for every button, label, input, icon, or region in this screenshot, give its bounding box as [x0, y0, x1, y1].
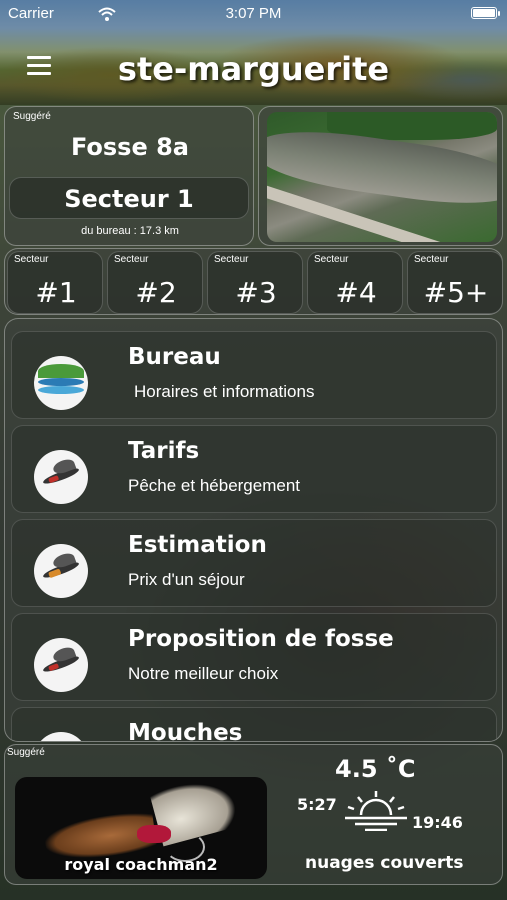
temperature: 4.5 ˚C — [335, 755, 416, 783]
fly-icon — [34, 544, 88, 598]
sector-selector: Secteur #1 Secteur #2 Secteur #3 Secteur… — [4, 248, 503, 315]
sector-number: #1 — [35, 276, 77, 309]
menu-item-mouches[interactable]: Mouches — [11, 707, 497, 742]
sunset-time: 19:46 — [412, 813, 463, 832]
status-bar: Carrier 3:07 PM — [0, 5, 507, 25]
suggested-label: Suggéré — [13, 111, 51, 122]
menu-item-title: Tarifs — [128, 438, 200, 464]
sunrise-icon — [345, 791, 407, 831]
menu-item-bureau[interactable]: Bureau Horaires et informations — [11, 331, 497, 419]
suggested-fly-card[interactable]: royal coachman2 — [15, 777, 267, 879]
menu-item-subtitle: Horaires et informations — [134, 382, 315, 401]
sector-number: #5+ — [423, 276, 489, 309]
suggested-fly-label: Suggéré — [7, 747, 45, 758]
fly-icon — [34, 638, 88, 692]
sector-button-4[interactable]: Secteur #4 — [307, 251, 403, 314]
fosse-sector: Secteur 1 — [9, 177, 249, 219]
app-title: ste-marguerite — [117, 50, 390, 88]
fosse-aerial-photo — [267, 112, 497, 242]
bottom-info-panel: Suggéré royal coachman2 4.5 ˚C 5:27 19:4… — [4, 744, 503, 885]
sector-label: Secteur — [314, 254, 349, 265]
fly-name: royal coachman2 — [64, 855, 218, 874]
menu-item-title: Mouches — [128, 720, 243, 742]
fly-icon — [34, 732, 88, 741]
weather-description: nuages couverts — [305, 853, 464, 873]
sector-button-1[interactable]: Secteur #1 — [7, 251, 103, 314]
fosse-name: Fosse 8a — [70, 133, 189, 161]
sector-label: Secteur — [14, 254, 49, 265]
sector-label: Secteur — [414, 254, 449, 265]
menu-item-subtitle: Prix d'un séjour — [128, 570, 245, 589]
menu-item-subtitle: Notre meilleur choix — [128, 664, 279, 683]
sector-label: Secteur — [114, 254, 149, 265]
sector-number: #3 — [235, 276, 277, 309]
menu-item-subtitle: Pêche et hébergement — [128, 476, 301, 495]
sector-button-3[interactable]: Secteur #3 — [207, 251, 303, 314]
menu-item-estimation[interactable]: Estimation Prix d'un séjour — [11, 519, 497, 607]
suggested-fosse-card[interactable]: Suggéré Fosse 8a Secteur 1 du bureau : 1… — [4, 106, 254, 246]
status-time: 3:07 PM — [225, 5, 282, 22]
fosse-photo-card[interactable] — [258, 106, 503, 246]
sector-label: Secteur — [214, 254, 249, 265]
fosse-distance: du bureau : 17.3 km — [81, 225, 179, 237]
menu-item-tarifs[interactable]: Tarifs Pêche et hébergement — [11, 425, 497, 513]
battery-icon — [471, 7, 500, 19]
menu-item-title: Proposition de fosse — [128, 626, 394, 652]
sector-number: #4 — [335, 276, 377, 309]
menu-item-title: Bureau — [128, 344, 221, 370]
sector-button-5[interactable]: Secteur #5+ — [407, 251, 503, 314]
menu-item-proposition[interactable]: Proposition de fosse Notre meilleur choi… — [11, 613, 497, 701]
menu-item-title: Estimation — [128, 532, 267, 558]
office-logo-icon — [34, 356, 88, 410]
fly-icon — [34, 450, 88, 504]
sector-button-2[interactable]: Secteur #2 — [107, 251, 203, 314]
sector-number: #2 — [135, 276, 177, 309]
main-menu-list[interactable]: Bureau Horaires et informations Tarifs P… — [4, 318, 503, 742]
sunrise-time: 5:27 — [297, 795, 337, 814]
